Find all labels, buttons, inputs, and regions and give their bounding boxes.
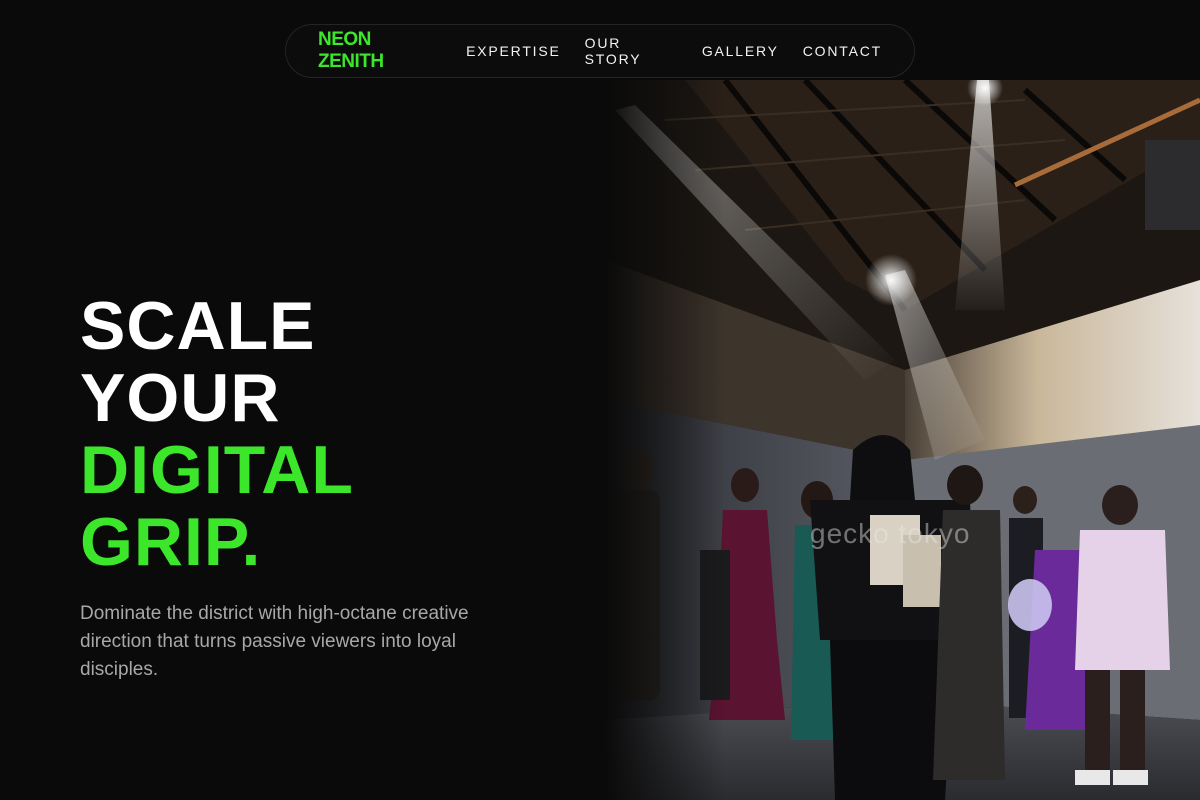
nav-bar: NEON ZENITH EXPERTISE OUR STORY GALLERY … <box>285 24 915 78</box>
nav-link-expertise[interactable]: EXPERTISE <box>466 43 561 59</box>
hero-title-line-accent: GRIP. <box>80 504 262 580</box>
brand-logo[interactable]: NEON ZENITH <box>318 29 434 73</box>
hero-photo-illustration <box>605 80 1200 800</box>
nav-link-contact[interactable]: CONTACT <box>803 43 882 59</box>
nav-link-our-story[interactable]: OUR STORY <box>585 35 678 67</box>
hero-title-line: SCALE <box>80 288 316 364</box>
nav-link-gallery[interactable]: GALLERY <box>702 43 779 59</box>
page: NEON ZENITH EXPERTISE OUR STORY GALLERY … <box>0 0 1200 800</box>
hero-title-line-accent: DIGITAL <box>80 432 354 508</box>
hero-title-line: YOUR <box>80 360 281 436</box>
hero-subtitle: Dominate the district with high-octane c… <box>80 603 469 680</box>
hero-image: gecko tokyo <box>605 80 1200 800</box>
hero-title: SCALE YOUR DIGITAL GRIP. <box>80 290 354 578</box>
